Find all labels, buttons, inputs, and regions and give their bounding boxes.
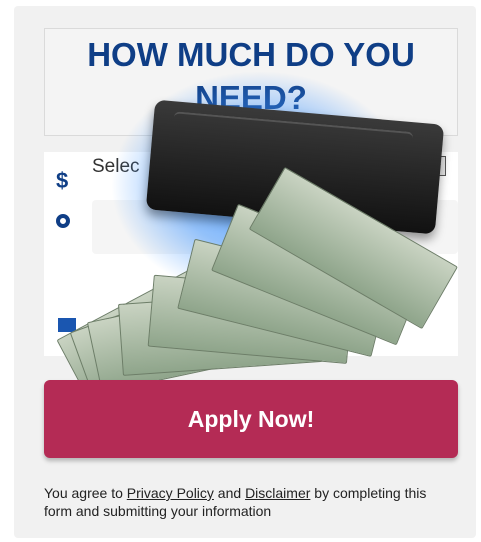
agreement-and: and [213, 485, 246, 501]
apply-now-button[interactable]: Apply Now! [44, 380, 458, 458]
dollar-icon: $ [56, 168, 69, 193]
agreement-prefix: You agree to [44, 485, 127, 501]
agreement-text: You agree to Privacy Policy and Disclaim… [44, 484, 454, 520]
disclaimer-link[interactable]: Disclaimer [245, 485, 310, 501]
pin-icon [56, 214, 70, 228]
privacy-policy-link[interactable]: Privacy Policy [127, 485, 214, 501]
